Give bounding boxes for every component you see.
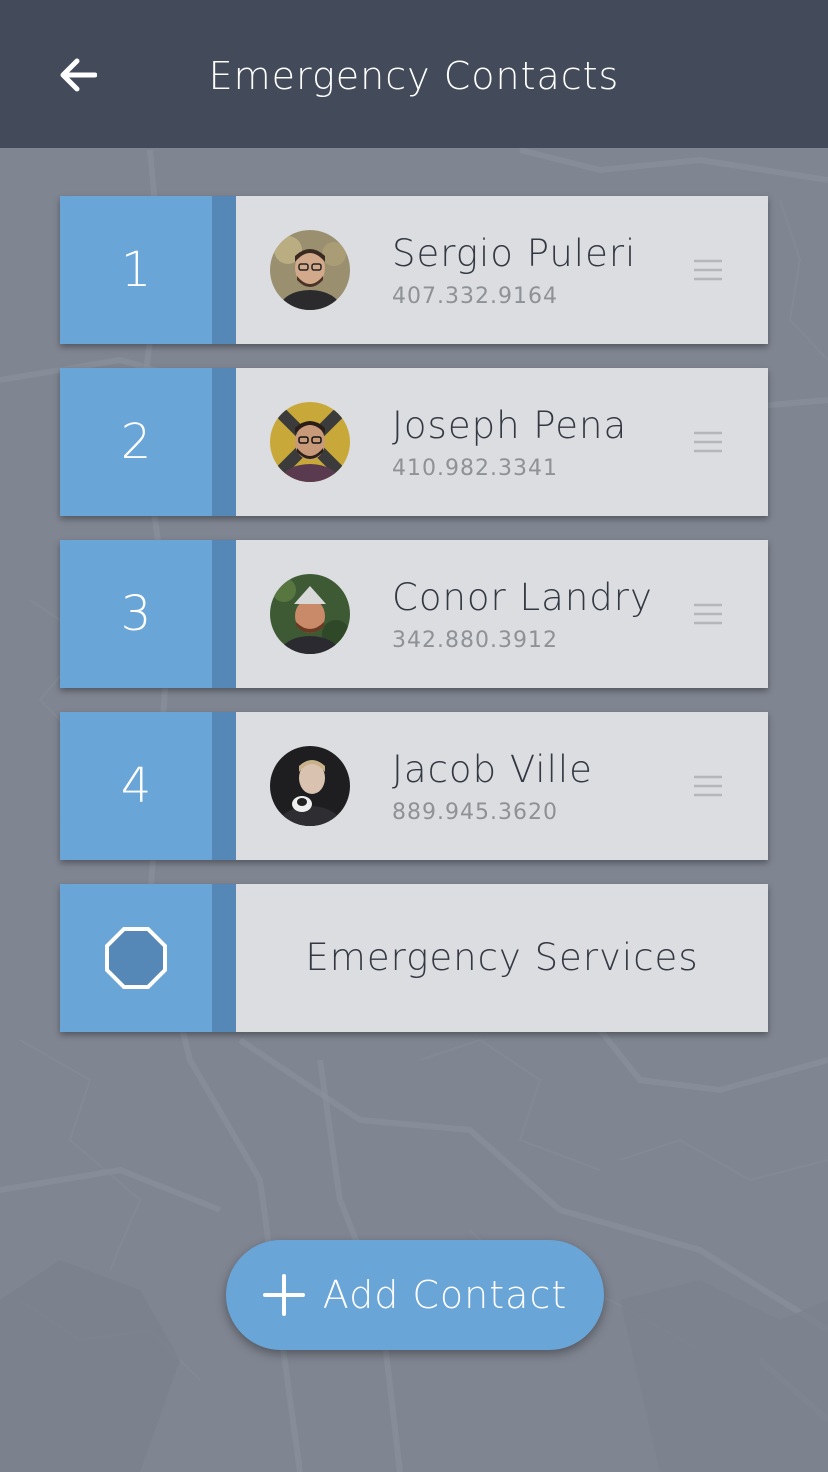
add-contact-button[interactable]: Add Contact — [226, 1240, 604, 1350]
contact-card-4[interactable]: 4 Jacob Ville 889.945.3620 — [60, 712, 768, 860]
avatar-photo — [270, 746, 350, 826]
contact-card-2[interactable]: 2 Joseph Pena 410.982.3341 — [60, 368, 768, 516]
contact-phone: 407.332.9164 — [392, 284, 558, 309]
avatar — [270, 746, 350, 826]
avatar — [270, 402, 350, 482]
contact-rank: 1 — [60, 196, 212, 344]
avatar-photo — [270, 574, 350, 654]
rank-stripe — [212, 712, 236, 860]
contact-rank: 2 — [60, 368, 212, 516]
app-screen: Emergency Contacts 1 Sergio Puleri 407.3… — [0, 0, 828, 1472]
services-label: Emergency Services — [305, 936, 699, 979]
contact-name: Conor Landry — [392, 576, 653, 619]
avatar-photo — [270, 230, 350, 310]
avatar — [270, 574, 350, 654]
drag-handle-icon[interactable] — [694, 430, 722, 454]
contact-name: Jacob Ville — [392, 748, 593, 791]
emergency-services-card[interactable]: Emergency Services — [60, 884, 768, 1032]
contact-name: Joseph Pena — [392, 404, 628, 447]
drag-handle-icon[interactable] — [694, 774, 722, 798]
rank-stripe — [212, 540, 236, 688]
contact-rank: 4 — [60, 712, 212, 860]
contact-phone: 889.945.3620 — [392, 800, 558, 825]
drag-handle-icon[interactable] — [694, 602, 722, 626]
contact-phone: 342.880.3912 — [392, 628, 558, 653]
octagon-icon — [105, 927, 167, 989]
rank-stripe — [212, 368, 236, 516]
add-contact-label: Add Contact — [322, 1273, 568, 1317]
services-icon-block — [60, 884, 212, 1032]
avatar — [270, 230, 350, 310]
contact-rank: 3 — [60, 540, 212, 688]
contact-phone: 410.982.3341 — [392, 456, 558, 481]
rank-stripe — [212, 884, 236, 1032]
avatar-photo — [270, 402, 350, 482]
header-bar: Emergency Contacts — [0, 0, 828, 148]
contact-name: Sergio Puleri — [392, 232, 637, 275]
contact-card-3[interactable]: 3 Conor Landry 342.880.3912 — [60, 540, 768, 688]
page-title: Emergency Contacts — [208, 54, 620, 98]
rank-stripe — [212, 196, 236, 344]
contact-card-1[interactable]: 1 Sergio Puleri 407.332.9164 — [60, 196, 768, 344]
plus-icon — [262, 1274, 305, 1316]
drag-handle-icon[interactable] — [694, 258, 722, 282]
